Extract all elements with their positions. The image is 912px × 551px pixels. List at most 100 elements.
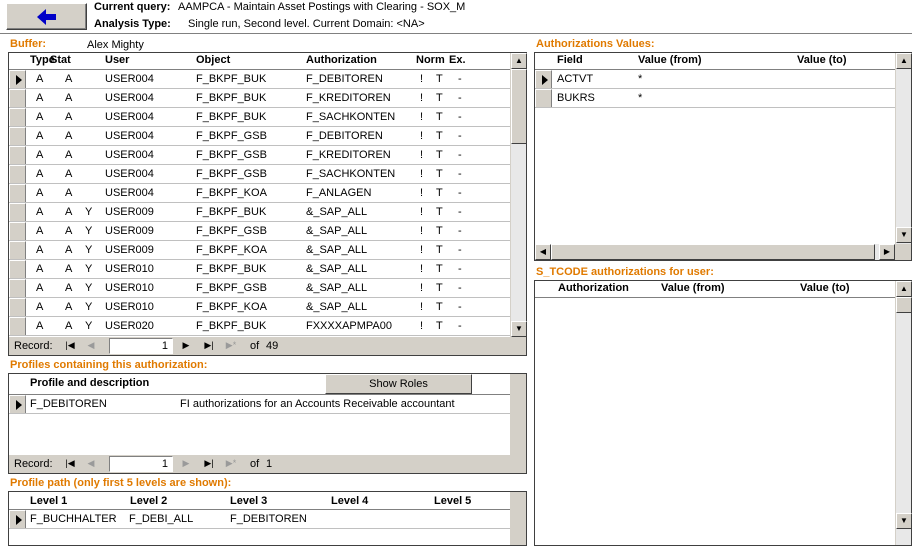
buffer-row[interactable]: A A Y USER020 F_BKPF_BUK FXXXXAPMPA00! T - <box>9 317 510 336</box>
record-selector[interactable] <box>9 184 26 202</box>
show-roles-button[interactable]: Show Roles <box>325 374 472 394</box>
buffer-row[interactable]: A A Y USER009 F_BKPF_GSB &_SAP_ALL! T - <box>9 222 510 241</box>
scroll-thumb[interactable] <box>511 69 527 144</box>
col-authorization[interactable]: Authorization <box>558 282 629 294</box>
col-level-1[interactable]: Level 1 <box>30 495 67 507</box>
record-selector[interactable] <box>9 108 26 126</box>
cell-ex: - <box>458 111 462 123</box>
record-selector[interactable] <box>9 146 26 164</box>
buffer-row[interactable]: A A USER004 F_BKPF_KOA F_ANLAGEN! T - <box>9 184 510 203</box>
cell-stat: A <box>65 244 73 256</box>
cell-auth: F_SACHKONTEN <box>306 168 396 180</box>
cell-norm: ! <box>420 244 424 256</box>
new-record-icon[interactable]: ▶* <box>221 338 241 354</box>
cell-stat: A <box>65 206 73 218</box>
auth-value-row[interactable]: ACTVT * <box>535 70 895 89</box>
record-selector-icon[interactable] <box>9 70 26 88</box>
col-field[interactable]: Field <box>557 54 583 66</box>
profile-path-row[interactable]: F_BUCHHALTER F_DEBI_ALL F_DEBITOREN <box>9 510 510 529</box>
buffer-row[interactable]: A A USER004 F_BKPF_GSB F_DEBITOREN! T - <box>9 127 510 146</box>
next-record-icon[interactable]: ▶ <box>176 456 196 472</box>
record-selector[interactable] <box>9 279 26 297</box>
scroll-up-icon[interactable]: ▲ <box>511 53 527 69</box>
scroll-left-icon[interactable]: ◀ <box>535 244 551 260</box>
col-value-from[interactable]: Value (from) <box>661 282 725 294</box>
buffer-row[interactable]: A A USER004 F_BKPF_GSB F_SACHKONTEN! T - <box>9 165 510 184</box>
profiles-grid: Profile and description Show Roles F_DEB… <box>8 373 527 474</box>
record-selector[interactable] <box>9 241 26 259</box>
back-button[interactable] <box>6 3 87 30</box>
col-value-from[interactable]: Value (from) <box>638 54 702 66</box>
previous-record-icon[interactable]: ◀ <box>81 338 101 354</box>
cell-type: A <box>36 149 44 161</box>
record-selector-icon[interactable] <box>9 395 26 413</box>
col-value-to[interactable]: Value (to) <box>797 54 847 66</box>
scroll-down-icon[interactable]: ▼ <box>896 227 912 243</box>
col-level-3[interactable]: Level 3 <box>230 495 267 507</box>
profile-row[interactable]: F_DEBITOREN FI authorizations for an Acc… <box>9 395 510 414</box>
cell-auth: &_SAP_ALL <box>306 263 368 275</box>
scroll-up-icon[interactable]: ▲ <box>896 53 912 69</box>
record-selector[interactable] <box>9 203 26 221</box>
previous-record-icon[interactable]: ◀ <box>81 456 101 472</box>
last-record-icon[interactable]: ▶| <box>199 338 219 354</box>
scroll-down-icon[interactable]: ▼ <box>896 513 912 529</box>
col-level-4[interactable]: Level 4 <box>331 495 368 507</box>
s-tcode-vscroll[interactable]: ▲ ▼ <box>895 281 912 545</box>
record-selector-icon[interactable] <box>9 510 26 528</box>
col-authorization[interactable]: Authorization <box>306 54 377 66</box>
new-record-icon[interactable]: ▶* <box>221 456 241 472</box>
next-record-icon[interactable]: ▶ <box>176 338 196 354</box>
first-record-icon[interactable]: |◀ <box>60 338 80 354</box>
scroll-down-icon[interactable]: ▼ <box>511 321 527 337</box>
auth-values-hscroll[interactable]: ◀ ▶ <box>535 244 895 260</box>
buffer-row[interactable]: A A Y USER010 F_BKPF_GSB &_SAP_ALL! T - <box>9 279 510 298</box>
cell-t: T <box>436 206 443 218</box>
cell-auth: F_ANLAGEN <box>306 187 372 199</box>
record-number-input[interactable]: 1 <box>109 338 173 354</box>
record-selector[interactable] <box>9 222 26 240</box>
buffer-row[interactable]: A A USER004 F_BKPF_BUK F_DEBITOREN! T - <box>9 70 510 89</box>
col-level-2[interactable]: Level 2 <box>130 495 167 507</box>
buffer-row[interactable]: A A Y USER010 F_BKPF_BUK &_SAP_ALL! T - <box>9 260 510 279</box>
col-norm[interactable]: Norm <box>416 54 445 66</box>
record-total: 1 <box>266 458 273 470</box>
buffer-row[interactable]: A A Y USER009 F_BKPF_BUK &_SAP_ALL! T - <box>9 203 510 222</box>
hscroll-thumb[interactable] <box>551 244 875 260</box>
col-profile-description[interactable]: Profile and description <box>30 377 149 389</box>
level-2-value: F_DEBI_ALL <box>129 513 194 525</box>
col-value-to[interactable]: Value (to) <box>800 282 850 294</box>
scroll-right-icon[interactable]: ▶ <box>879 244 895 260</box>
scroll-up-icon[interactable]: ▲ <box>896 281 912 297</box>
record-selector-icon[interactable] <box>535 70 552 88</box>
cell-user: USER004 <box>105 73 154 85</box>
record-selector[interactable] <box>535 89 552 107</box>
col-object[interactable]: Object <box>196 54 230 66</box>
col-ex[interactable]: Ex. <box>449 54 466 66</box>
col-stat[interactable]: Stat <box>50 54 71 66</box>
record-selector[interactable] <box>9 317 26 335</box>
buffer-scrollbar[interactable]: ▲ ▼ <box>510 53 527 337</box>
current-query-value: AAMPCA - Maintain Asset Postings with Cl… <box>178 1 466 13</box>
scroll-thumb[interactable] <box>896 297 912 313</box>
auth-values-vscroll[interactable]: ▲ ▼ <box>895 53 912 244</box>
last-record-icon[interactable]: ▶| <box>199 456 219 472</box>
record-number-input[interactable]: 1 <box>109 456 173 472</box>
cell-stat: A <box>65 111 73 123</box>
cell-t: T <box>436 130 443 142</box>
record-selector[interactable] <box>9 127 26 145</box>
col-user[interactable]: User <box>105 54 129 66</box>
record-selector[interactable] <box>9 165 26 183</box>
buffer-row[interactable]: A A Y USER010 F_BKPF_KOA &_SAP_ALL! T - <box>9 298 510 317</box>
buffer-row[interactable]: A A Y USER009 F_BKPF_KOA &_SAP_ALL! T - <box>9 241 510 260</box>
buffer-row[interactable]: A A USER004 F_BKPF_GSB F_KREDITOREN! T - <box>9 146 510 165</box>
buffer-row[interactable]: A A USER004 F_BKPF_BUK F_KREDITOREN! T - <box>9 89 510 108</box>
record-selector[interactable] <box>9 260 26 278</box>
auth-value-row[interactable]: BUKRS * <box>535 89 895 108</box>
record-selector[interactable] <box>9 298 26 316</box>
record-selector[interactable] <box>9 89 26 107</box>
buffer-row[interactable]: A A USER004 F_BKPF_BUK F_SACHKONTEN! T - <box>9 108 510 127</box>
col-level-5[interactable]: Level 5 <box>434 495 471 507</box>
cell-object: F_BKPF_GSB <box>196 130 267 142</box>
first-record-icon[interactable]: |◀ <box>60 456 80 472</box>
